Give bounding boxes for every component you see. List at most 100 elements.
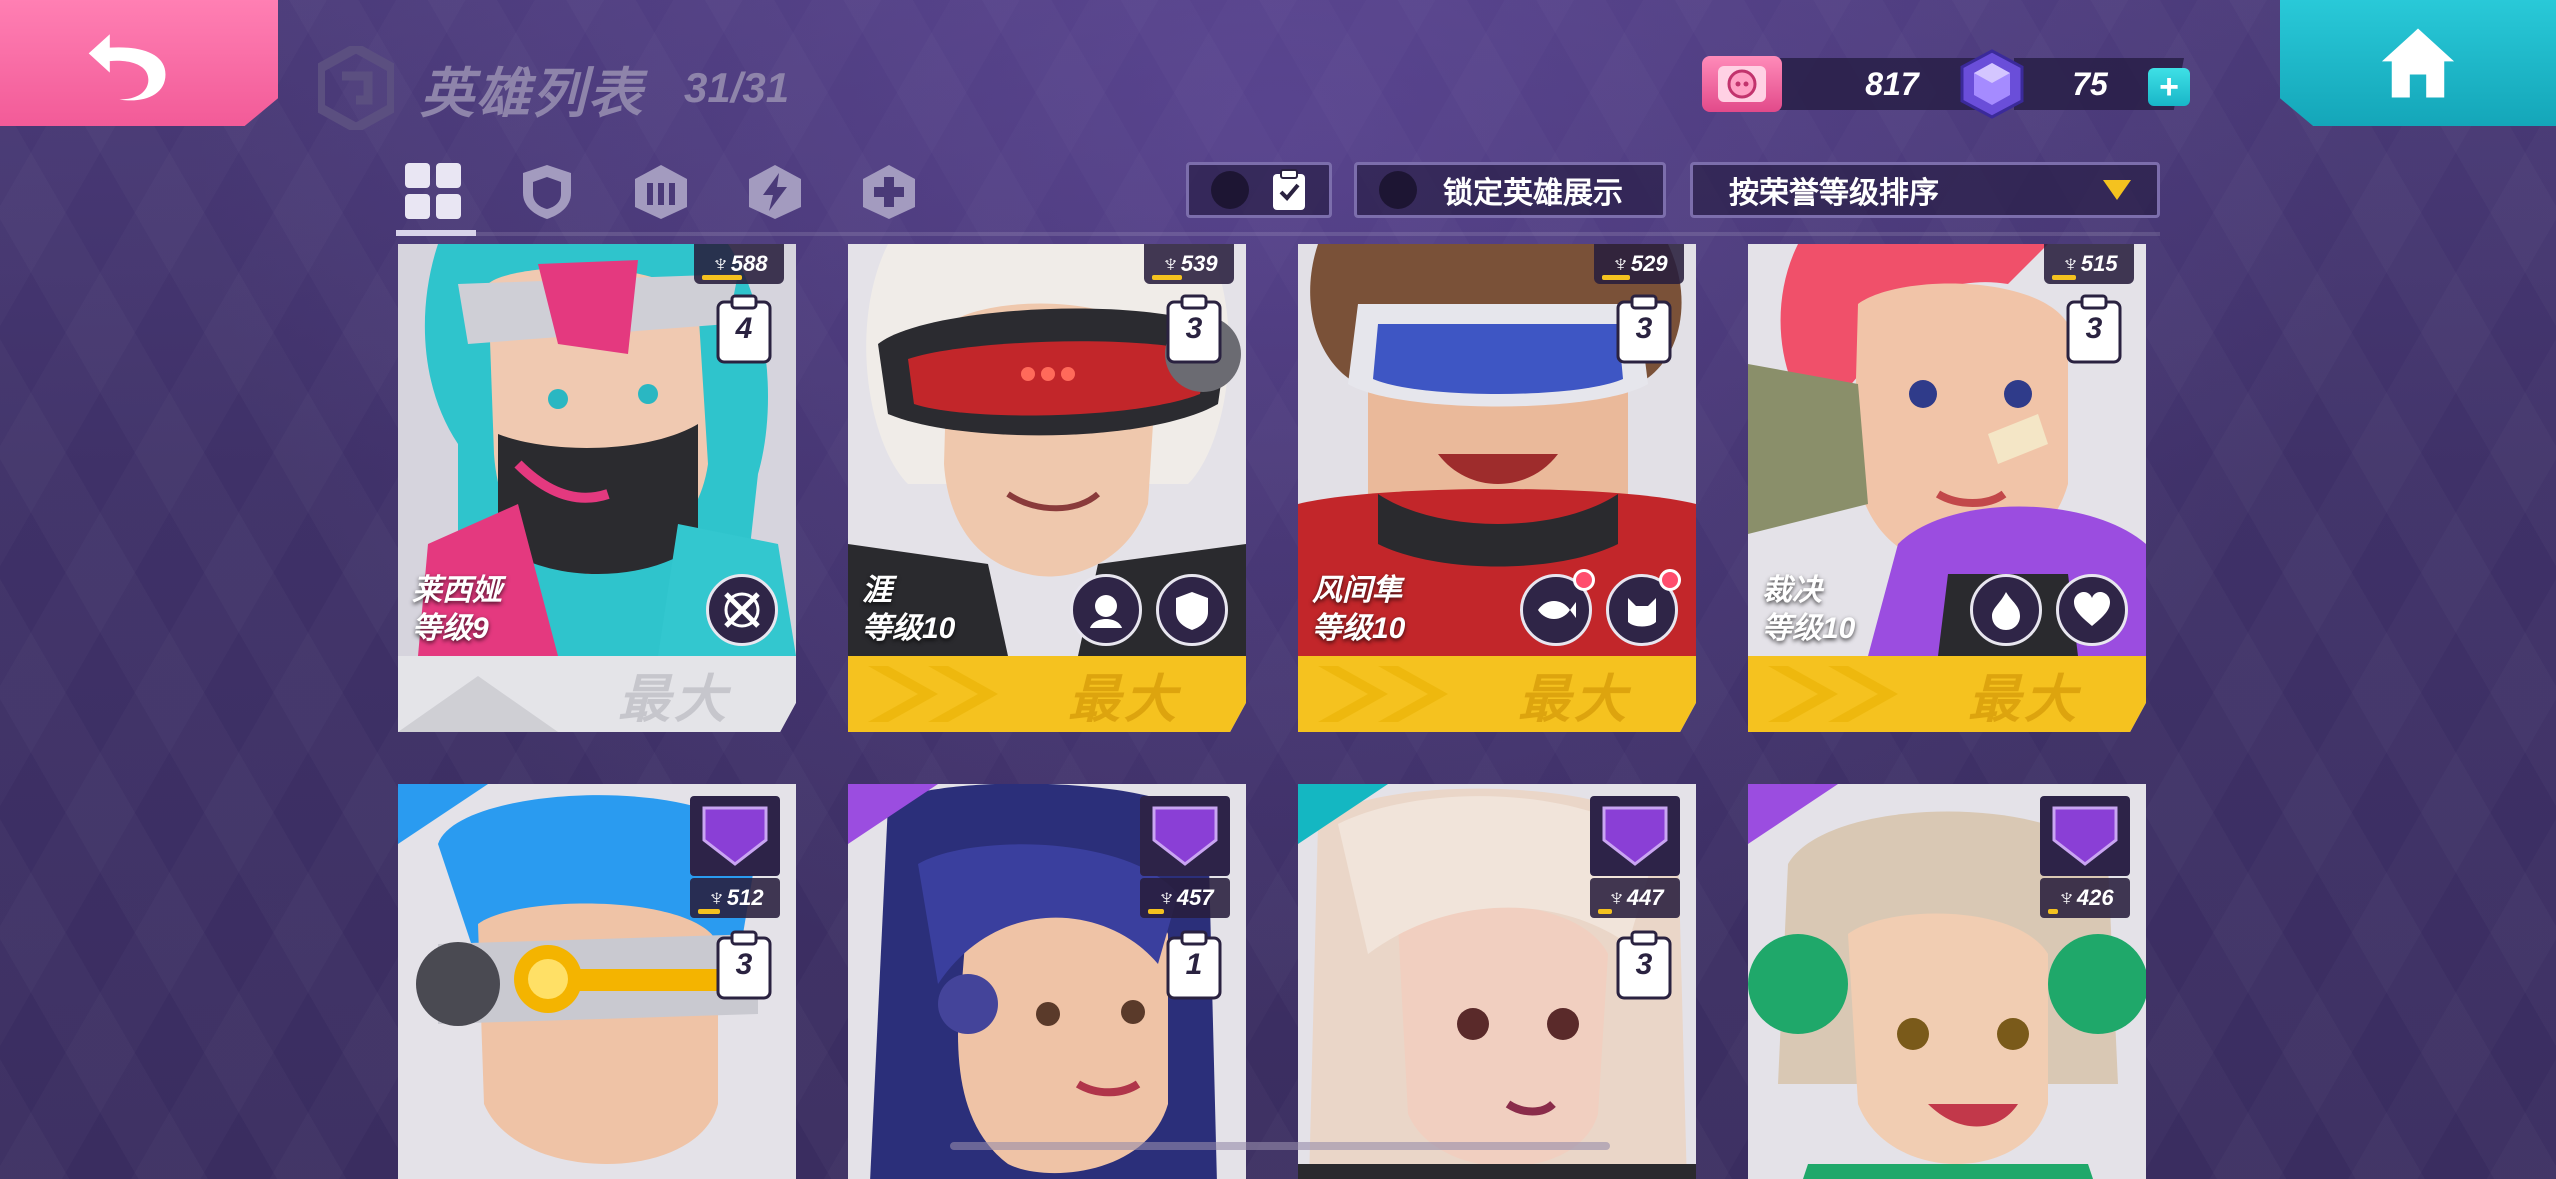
card-count-badge: 1 bbox=[1164, 930, 1224, 1000]
skill-icon-button[interactable] bbox=[706, 574, 778, 646]
hero-card[interactable]: ♆ 515 3 裁决 等级10 最大 bbox=[1748, 244, 2146, 732]
back-button[interactable] bbox=[0, 0, 278, 126]
trophy-icon: ♆ bbox=[1610, 251, 1627, 276]
fire-icon bbox=[1992, 592, 2020, 630]
toggle-knob bbox=[1379, 171, 1417, 209]
rank-badge: ♆ 457 bbox=[1138, 794, 1232, 920]
max-label: 最大 bbox=[1067, 670, 1180, 729]
new-skill-alert-dot bbox=[1573, 569, 1595, 591]
filter-divider bbox=[396, 232, 2160, 236]
trophy-count: ♆ 588 bbox=[694, 244, 784, 284]
rank-badge: ♆ 447 bbox=[1588, 794, 1682, 920]
filter-all-button[interactable] bbox=[400, 158, 466, 224]
skill-icon-button[interactable] bbox=[1970, 574, 2042, 646]
hero-level: 等级10 bbox=[862, 612, 956, 645]
hero-card[interactable]: ♆ 512 3 bbox=[398, 784, 796, 1179]
skill-icon-button[interactable] bbox=[2056, 574, 2128, 646]
hero-list-logo-icon bbox=[318, 46, 394, 130]
back-arrow-icon bbox=[88, 34, 166, 101]
rank-shield-icon bbox=[1590, 796, 1680, 876]
home-button[interactable] bbox=[2280, 0, 2556, 126]
filter-active-indicator bbox=[396, 230, 476, 236]
trophy-icon: ♆ bbox=[1606, 885, 1623, 910]
dropdown-arrow-icon bbox=[2103, 180, 2131, 200]
add-gems-button[interactable]: + bbox=[2148, 68, 2190, 106]
chevron-right-icon bbox=[868, 666, 998, 722]
card-count-badge: 3 bbox=[1614, 930, 1674, 1000]
rank-shield-icon bbox=[2040, 796, 2130, 876]
brawler-icon bbox=[1090, 595, 1122, 628]
hero-info: 裁决 等级10 bbox=[1762, 572, 1855, 648]
trophy-icon: ♆ bbox=[2056, 885, 2073, 910]
skill-icon-button[interactable] bbox=[1070, 574, 1142, 646]
skill-icon-button[interactable] bbox=[1606, 569, 1681, 646]
chevron-up-icon bbox=[398, 676, 558, 732]
clipboard-toggle[interactable] bbox=[1186, 162, 1332, 218]
hero-name: 莱西娅 bbox=[412, 574, 502, 607]
rank-badge: ♆ 512 bbox=[688, 794, 782, 920]
hero-grid: ♆ 588 4 莱西娅 等级9 最大 ♆ 539 3 涯 等级10 最大 ♆ 5… bbox=[0, 244, 2556, 1179]
trophy-icon: ♆ bbox=[1156, 885, 1173, 910]
hero-count: 31/31 bbox=[684, 64, 790, 111]
hero-card[interactable]: ♆ 457 1 bbox=[848, 784, 1246, 1179]
trophy-progress-bar bbox=[1152, 275, 1182, 280]
hero-card[interactable]: ♆ 539 3 涯 等级10 最大 bbox=[848, 244, 1246, 732]
hero-level: 等级10 bbox=[1312, 612, 1406, 645]
category-filter-bar bbox=[400, 158, 922, 224]
trophy-count: ♆ 426 bbox=[2040, 878, 2130, 918]
trophy-count: ♆ 539 bbox=[1144, 244, 1234, 284]
hero-name: 裁决 bbox=[1762, 574, 1822, 607]
trophy-icon: ♆ bbox=[706, 885, 723, 910]
gem-icon bbox=[1960, 49, 2024, 119]
chevron-right-icon bbox=[1318, 666, 1448, 722]
scroll-indicator[interactable] bbox=[950, 1142, 1610, 1150]
trophy-progress-bar bbox=[1598, 909, 1612, 914]
hero-card[interactable]: ♆ 529 3 风间隼 等级10 最大 bbox=[1298, 244, 1696, 732]
hero-card[interactable]: ♆ 588 4 莱西娅 等级9 最大 bbox=[398, 244, 796, 732]
clipboard-check-icon bbox=[1273, 169, 1305, 210]
card-count-badge: 3 bbox=[714, 930, 774, 1000]
filter-defense-button[interactable] bbox=[514, 158, 580, 224]
hero-info: 涯 等级10 bbox=[862, 572, 955, 648]
max-band: 最大 bbox=[1298, 656, 1696, 732]
hero-name: 风间隼 bbox=[1312, 574, 1402, 607]
lightning-icon bbox=[749, 165, 801, 219]
page-title: 英雄列表 bbox=[420, 63, 644, 124]
rank-shield-icon bbox=[690, 796, 780, 876]
new-skill-alert-dot bbox=[1659, 569, 1681, 591]
max-label: 最大 bbox=[1517, 670, 1630, 729]
skill-icon-button[interactable] bbox=[1520, 569, 1595, 646]
rank-badge: ♆ 426 bbox=[2038, 794, 2132, 920]
filter-support-button[interactable] bbox=[628, 158, 694, 224]
trophy-progress-bar bbox=[1148, 909, 1164, 914]
max-label: 最大 bbox=[1967, 670, 2080, 729]
max-band: 最大 bbox=[398, 656, 796, 732]
filter-attack-button[interactable] bbox=[742, 158, 808, 224]
trophy-count: ♆ 457 bbox=[1140, 878, 1230, 918]
hero-level: 等级10 bbox=[1762, 612, 1856, 645]
grid-icon bbox=[405, 163, 461, 219]
fortress-icon bbox=[635, 165, 687, 219]
hero-level: 等级9 bbox=[412, 612, 489, 645]
hero-info: 风间隼 等级10 bbox=[1312, 572, 1405, 648]
skill-icon-button[interactable] bbox=[1156, 574, 1228, 646]
hero-card[interactable]: ♆ 447 3 bbox=[1298, 784, 1696, 1179]
heart-hand-icon bbox=[2074, 592, 2110, 626]
trophy-count: ♆ 512 bbox=[690, 878, 780, 918]
hero-card[interactable]: ♆ 426 bbox=[1748, 784, 2146, 1179]
hero-name: 涯 bbox=[862, 574, 892, 607]
max-band: 最大 bbox=[848, 656, 1246, 732]
max-band: 最大 bbox=[1748, 656, 2146, 732]
chevron-right-icon bbox=[1768, 666, 1898, 722]
filter-heal-button[interactable] bbox=[856, 158, 922, 224]
page-header: 英雄列表 31/31 bbox=[318, 46, 789, 130]
cat-icon bbox=[1628, 598, 1656, 627]
card-count-badge: 3 bbox=[1614, 294, 1674, 364]
max-label: 最大 bbox=[617, 670, 730, 729]
sort-dropdown-label: 按荣誉等级排序 bbox=[1729, 177, 1939, 210]
sort-dropdown[interactable]: 按荣誉等级排序 bbox=[1690, 162, 2160, 218]
hero-info: 莱西娅 等级9 bbox=[412, 572, 502, 648]
trophy-icon: ♆ bbox=[710, 251, 727, 276]
lock-hero-display-toggle[interactable]: 锁定英雄展示 bbox=[1354, 162, 1666, 218]
card-count-badge: 4 bbox=[714, 294, 774, 364]
